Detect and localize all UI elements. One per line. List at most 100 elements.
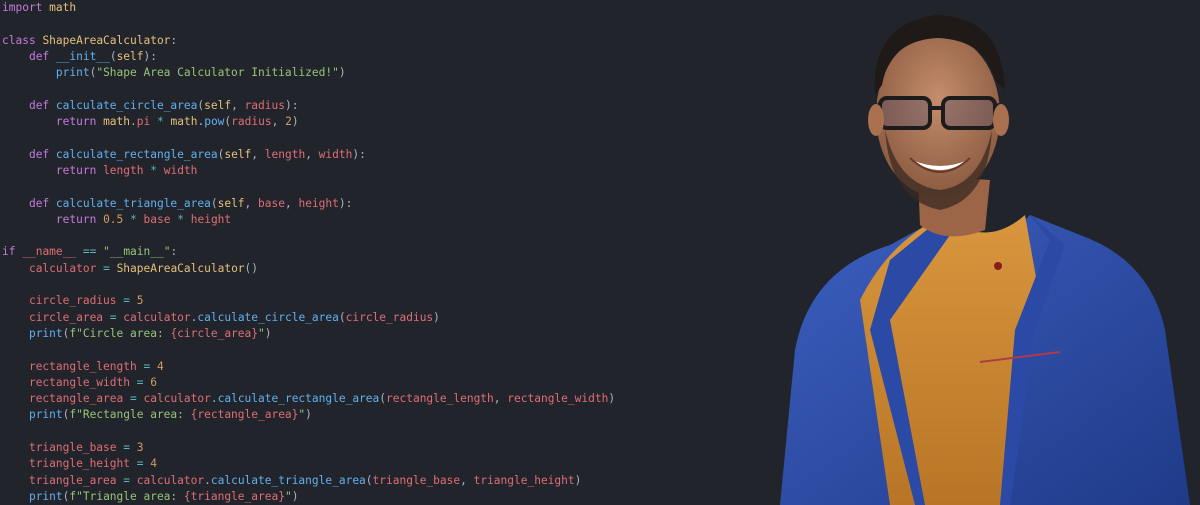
code-token: {circle_area} bbox=[170, 326, 258, 340]
code-line: rectangle_length = 4 bbox=[2, 359, 615, 375]
code-token: return bbox=[55, 163, 97, 177]
code-token: , bbox=[460, 473, 474, 487]
code-token: = bbox=[123, 473, 131, 487]
code-token: ): bbox=[143, 49, 157, 63]
code-line: return length * width bbox=[2, 163, 615, 179]
code-token: ): bbox=[284, 98, 299, 112]
code-token: calculate_triangle_area bbox=[55, 196, 211, 210]
code-line: def calculate_rectangle_area(self, lengt… bbox=[2, 147, 615, 163]
code-token: self bbox=[116, 49, 144, 63]
code-line: rectangle_width = 6 bbox=[2, 375, 615, 391]
code-token: rectangle_length bbox=[386, 392, 494, 406]
code-token: base bbox=[258, 196, 285, 210]
code-token: 2 bbox=[285, 115, 292, 129]
code-line: print(f"Triangle area: {triangle_area}") bbox=[2, 489, 615, 505]
person-photo bbox=[780, 15, 1190, 505]
code-token: () bbox=[244, 261, 259, 275]
code-token: length bbox=[103, 163, 144, 177]
code-token: self bbox=[224, 147, 252, 161]
code-token: ) bbox=[338, 66, 346, 80]
code-token: calculate_rectangle_area bbox=[55, 147, 218, 161]
code-token: : bbox=[170, 245, 178, 259]
code-token: rectangle_area bbox=[28, 392, 124, 406]
code-token: circle_radius bbox=[345, 310, 434, 324]
code-token: pow bbox=[204, 115, 225, 129]
slide-canvas: import math class ShapeAreaCalculator: d… bbox=[0, 0, 1200, 505]
code-token: math bbox=[170, 115, 198, 129]
code-token: ) bbox=[608, 392, 616, 406]
code-token: height bbox=[190, 212, 232, 226]
code-line: import math bbox=[2, 0, 615, 16]
code-line: calculator = ShapeAreaCalculator() bbox=[2, 261, 615, 277]
code-line: print(f"Rectangle area: {rectangle_area}… bbox=[2, 407, 615, 423]
code-token: = bbox=[123, 441, 131, 455]
code-token: ): bbox=[338, 196, 353, 210]
code-token: self bbox=[204, 98, 232, 112]
code-token: ( bbox=[109, 49, 117, 63]
code-token: print bbox=[28, 326, 63, 340]
code-token: ( bbox=[365, 473, 373, 487]
code-token: . bbox=[130, 115, 137, 129]
code-token: length bbox=[264, 147, 306, 161]
code-token: ( bbox=[379, 392, 387, 406]
code-token: . bbox=[210, 392, 218, 406]
code-token: f"Rectangle area: bbox=[69, 408, 191, 422]
code-token: import bbox=[2, 1, 43, 14]
code-token: calculate_circle_area bbox=[55, 98, 198, 112]
code-token: ) bbox=[574, 473, 582, 487]
code-token: print bbox=[55, 66, 90, 80]
code-token: radius bbox=[244, 98, 285, 112]
code-token: , bbox=[231, 98, 245, 112]
code-token: ) bbox=[291, 115, 299, 129]
code-editor: import math class ShapeAreaCalculator: d… bbox=[2, 0, 615, 505]
code-token: calculate_rectangle_area bbox=[217, 392, 380, 406]
code-token: "Shape Area Calculator Initialized!" bbox=[96, 66, 339, 80]
code-token: ): bbox=[352, 147, 366, 161]
code-token: * bbox=[130, 212, 137, 226]
code-token: rectangle_length bbox=[28, 359, 137, 373]
code-token: triangle_height bbox=[28, 457, 130, 471]
code-line: circle_radius = 5 bbox=[2, 293, 615, 309]
code-token: __init__ bbox=[55, 49, 110, 63]
code-token: == bbox=[82, 245, 97, 259]
code-token: ( bbox=[338, 310, 346, 324]
code-line: print(f"Circle area: {circle_area}") bbox=[2, 326, 615, 342]
code-token: def bbox=[28, 98, 50, 112]
code-token: 4 bbox=[156, 359, 164, 373]
code-line: class ShapeAreaCalculator: bbox=[2, 33, 615, 49]
code-line: triangle_height = 4 bbox=[2, 456, 615, 472]
code-token: math bbox=[103, 115, 131, 129]
code-token: return bbox=[55, 115, 97, 129]
code-token: ShapeAreaCalculator bbox=[116, 261, 245, 275]
code-token: return bbox=[55, 212, 97, 226]
